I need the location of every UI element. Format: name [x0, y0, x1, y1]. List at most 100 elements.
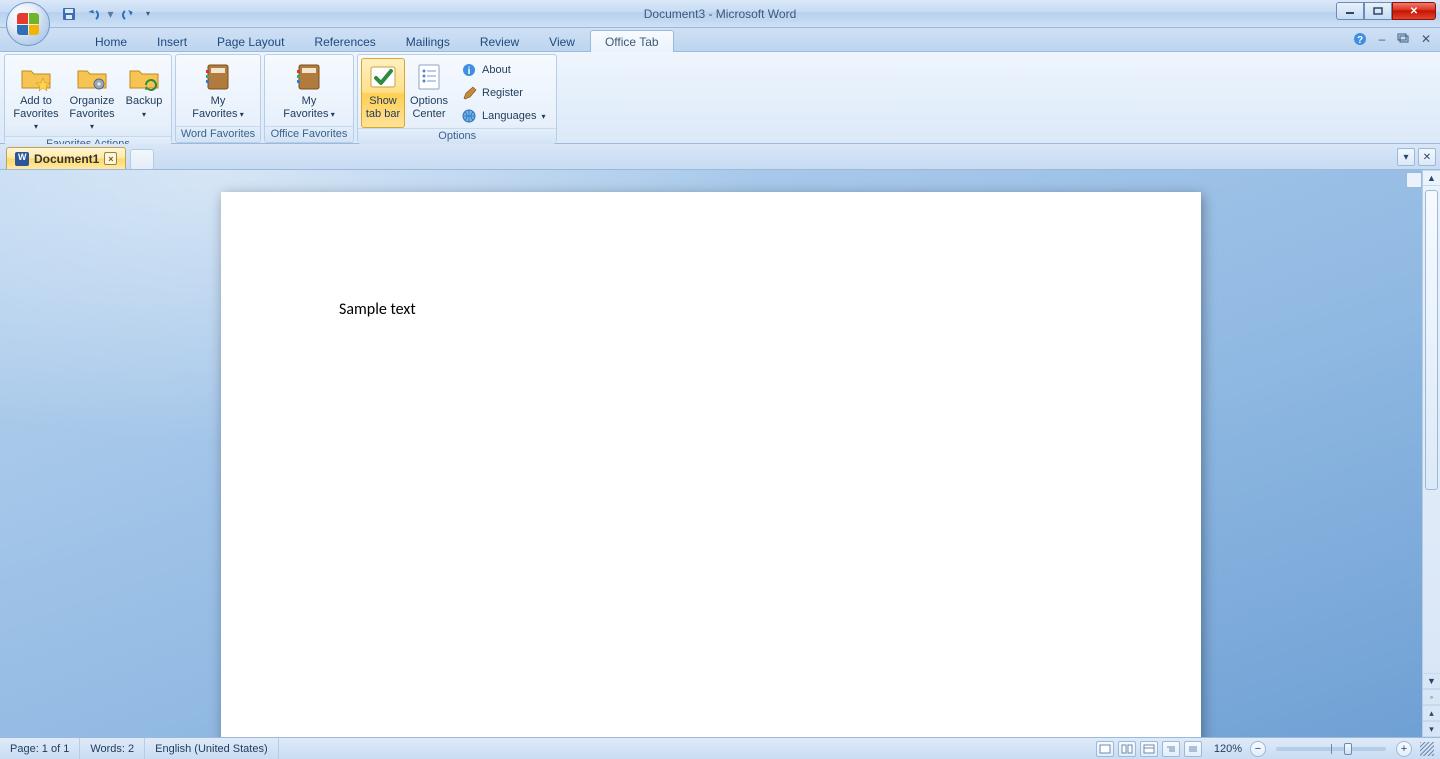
- minimize-button[interactable]: [1336, 2, 1364, 20]
- folder-star-icon: [20, 61, 52, 93]
- label: Show tab bar: [366, 95, 400, 120]
- tab-bar-close-button[interactable]: ✕: [1418, 148, 1436, 166]
- options-center-button[interactable]: Options Center: [405, 58, 453, 128]
- status-bar: Page: 1 of 1 Words: 2 English (United St…: [0, 737, 1440, 759]
- address-book-icon: [293, 61, 325, 93]
- restore-icon: [1398, 34, 1410, 44]
- document-body-text[interactable]: Sample text: [339, 300, 416, 319]
- about-button[interactable]: i About: [457, 60, 549, 80]
- group-label: Options: [358, 128, 556, 144]
- next-page-button[interactable]: ▾: [1423, 721, 1440, 737]
- ribbon-tab-insert[interactable]: Insert: [142, 30, 202, 52]
- view-full-screen-button[interactable]: [1118, 741, 1136, 757]
- label: Organize Favorites: [67, 95, 117, 133]
- view-web-layout-button[interactable]: [1140, 741, 1158, 757]
- view-print-layout-button[interactable]: [1096, 741, 1114, 757]
- scroll-thumb[interactable]: [1425, 190, 1438, 490]
- ribbon-tab-office-tab[interactable]: Office Tab: [590, 30, 674, 52]
- address-book-icon: [202, 61, 234, 93]
- minimize-icon: [1345, 7, 1355, 15]
- svg-text:?: ?: [1357, 35, 1363, 46]
- status-language[interactable]: English (United States): [145, 738, 279, 759]
- ribbon: Add to Favorites Organize Favorites Back…: [0, 52, 1440, 144]
- label: My Favorites: [192, 95, 244, 120]
- label: About: [482, 64, 511, 76]
- folder-refresh-icon: [128, 61, 160, 93]
- save-icon: [62, 7, 76, 21]
- word-my-favorites-button[interactable]: My Favorites: [179, 58, 257, 126]
- label: My Favorites: [283, 95, 335, 120]
- label: Languages: [482, 110, 536, 122]
- zoom-in-button[interactable]: +: [1396, 741, 1412, 757]
- zoom-slider[interactable]: [1276, 747, 1386, 751]
- label: Register: [482, 87, 523, 99]
- mdi-minimize-button[interactable]: –: [1374, 31, 1390, 47]
- ribbon-tab-references[interactable]: References: [299, 30, 390, 52]
- close-tab-button[interactable]: ×: [104, 152, 117, 165]
- zoom-level[interactable]: 120%: [1214, 743, 1242, 755]
- window-title: Document3 - Microsoft Word: [0, 7, 1440, 21]
- checkmark-icon: [367, 61, 399, 93]
- languages-button[interactable]: Languages ▾: [457, 106, 549, 126]
- mdi-restore-button[interactable]: [1396, 31, 1412, 47]
- zoom-out-button[interactable]: −: [1250, 741, 1266, 757]
- mdi-close-button[interactable]: ✕: [1418, 31, 1434, 47]
- word-doc-icon: [15, 152, 29, 166]
- ribbon-tab-review[interactable]: Review: [465, 30, 534, 52]
- office-my-favorites-button[interactable]: My Favorites: [268, 58, 350, 126]
- group-label: Word Favorites: [176, 126, 260, 142]
- info-icon: i: [461, 62, 477, 78]
- tab-bar-menu-button[interactable]: ▾: [1397, 148, 1415, 166]
- qat-customize-button[interactable]: ▾: [141, 3, 155, 25]
- scroll-track[interactable]: [1423, 186, 1440, 673]
- web-layout-icon: [1143, 744, 1155, 754]
- ribbon-group-options: Show tab bar Options Center i About Regi…: [357, 54, 557, 143]
- folder-gear-icon: [76, 61, 108, 93]
- browse-object-button[interactable]: ◦: [1423, 689, 1440, 705]
- backup-button[interactable]: Backup: [120, 58, 168, 136]
- zoom-slider-thumb[interactable]: [1344, 743, 1352, 755]
- ribbon-tab-home[interactable]: Home: [80, 30, 142, 52]
- print-layout-icon: [1099, 744, 1111, 754]
- quick-access-toolbar: ▾ ▾: [58, 0, 155, 27]
- scroll-up-button[interactable]: ▲: [1423, 170, 1440, 186]
- resize-grip-icon[interactable]: [1420, 742, 1434, 756]
- view-outline-button[interactable]: [1162, 741, 1180, 757]
- status-words[interactable]: Words: 2: [80, 738, 145, 759]
- maximize-button[interactable]: [1364, 2, 1392, 20]
- undo-icon: [85, 7, 101, 21]
- window-controls: ✕: [1336, 2, 1436, 20]
- vertical-scrollbar[interactable]: ▲ ▼ ◦ ▴ ▾: [1422, 170, 1440, 737]
- close-icon: ✕: [1421, 32, 1431, 46]
- options-sheet-icon: [413, 61, 445, 93]
- ribbon-tab-view[interactable]: View: [534, 30, 590, 52]
- organize-favorites-button[interactable]: Organize Favorites: [64, 58, 120, 136]
- office-button[interactable]: [6, 2, 50, 46]
- save-button[interactable]: [58, 3, 80, 25]
- ribbon-tab-page-layout[interactable]: Page Layout: [202, 30, 299, 52]
- svg-text:i: i: [468, 66, 471, 77]
- ribbon-tab-mailings[interactable]: Mailings: [391, 30, 465, 52]
- ribbon-group-office-favorites: My Favorites Office Favorites: [264, 54, 354, 143]
- show-tab-bar-toggle[interactable]: Show tab bar: [361, 58, 405, 128]
- ruler-toggle-button[interactable]: [1406, 172, 1422, 188]
- fullscreen-icon: [1121, 744, 1133, 754]
- undo-button[interactable]: [82, 3, 104, 25]
- document-tab-active[interactable]: Document1 ×: [6, 147, 126, 169]
- new-document-tab-button[interactable]: [130, 149, 154, 169]
- close-icon: ✕: [1410, 6, 1418, 17]
- chevron-down-icon: ▾: [541, 112, 545, 121]
- scroll-down-button[interactable]: ▼: [1423, 673, 1440, 689]
- dash-icon: –: [1379, 32, 1386, 46]
- view-draft-button[interactable]: [1184, 741, 1202, 757]
- register-button[interactable]: Register: [457, 83, 549, 103]
- prev-page-button[interactable]: ▴: [1423, 705, 1440, 721]
- chevron-down-icon: ▾: [1403, 152, 1408, 163]
- ribbon-group-word-favorites: My Favorites Word Favorites: [175, 54, 261, 143]
- redo-button[interactable]: [117, 3, 139, 25]
- add-to-favorites-button[interactable]: Add to Favorites: [8, 58, 64, 136]
- close-button[interactable]: ✕: [1392, 2, 1436, 20]
- status-page[interactable]: Page: 1 of 1: [0, 738, 80, 759]
- help-button[interactable]: ?: [1352, 31, 1368, 47]
- document-page[interactable]: Sample text: [221, 192, 1201, 737]
